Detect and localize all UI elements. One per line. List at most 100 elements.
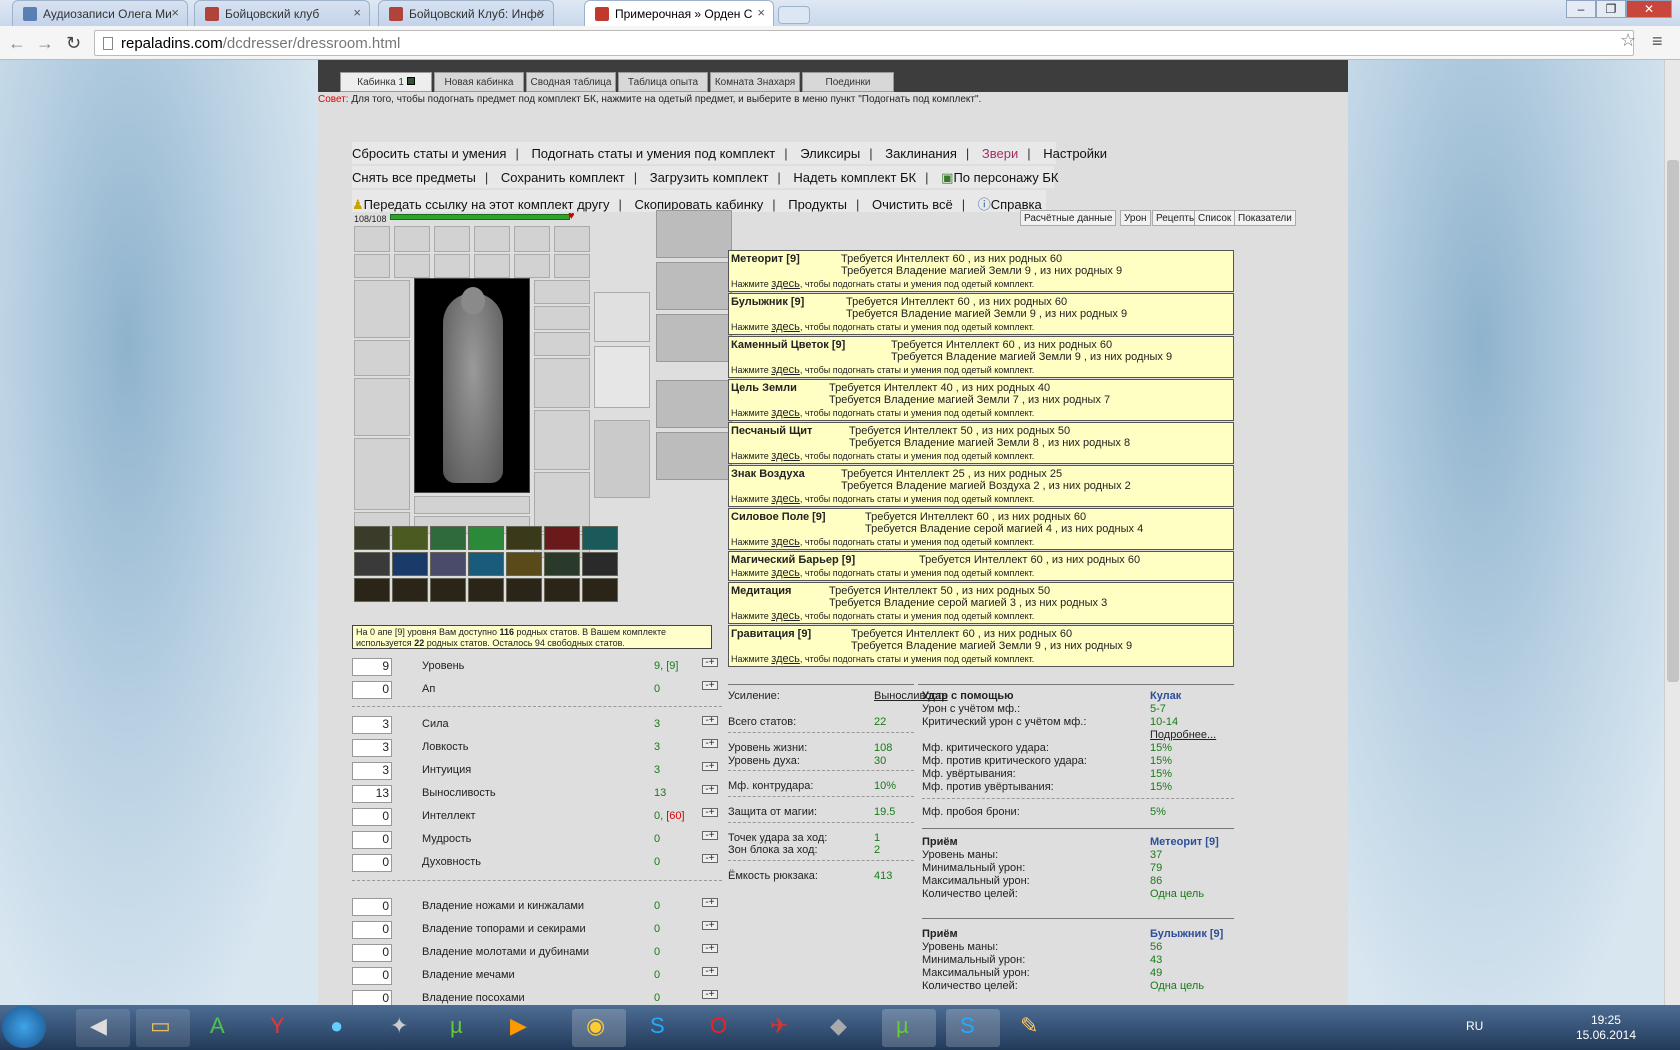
settings-link[interactable]: Настройки (1043, 146, 1107, 161)
bag-icon[interactable] (468, 578, 504, 602)
stat-input[interactable]: 0 (352, 944, 392, 962)
beasts-link[interactable]: Звери (982, 146, 1018, 161)
scrollbar-thumb[interactable] (1667, 160, 1679, 682)
buff-icon[interactable] (468, 526, 504, 550)
stat-input[interactable]: 0 (352, 967, 392, 985)
stat-plus-minus[interactable]: -+ (702, 716, 718, 726)
pose-slot-2[interactable] (656, 432, 732, 480)
armor-slot[interactable] (354, 438, 410, 510)
fit-here-link[interactable]: здесь (771, 321, 800, 333)
stat-plus-minus[interactable]: -+ (702, 739, 718, 749)
shirt-slot[interactable] (594, 346, 650, 408)
buff-icon[interactable] (430, 526, 466, 550)
fit-here-link[interactable]: здесь (771, 610, 800, 622)
potion-slot[interactable] (656, 210, 732, 258)
clear-all-link[interactable]: Очистить всё (872, 197, 953, 212)
browser-tab-4[interactable]: Примерочная » Орден С × (584, 0, 774, 26)
products-link[interactable]: Продукты (788, 197, 847, 212)
language-indicator[interactable]: RU (1466, 1019, 1483, 1033)
bag-icon[interactable] (392, 578, 428, 602)
bag-icon[interactable] (430, 578, 466, 602)
utorrent-icon-2[interactable]: µ (882, 1009, 936, 1047)
yandex-icon[interactable]: Y (256, 1009, 310, 1047)
necklace-slot[interactable] (534, 306, 590, 330)
browser-tab-3[interactable]: Бойцовский Клуб: Инфо × (378, 0, 554, 26)
details-link[interactable]: Подробнее... (1150, 729, 1216, 741)
scroll-slot[interactable] (514, 254, 550, 278)
url-field[interactable]: repaladins.com/dcdresser/dressroom.html (94, 30, 1634, 56)
stat-input[interactable]: 0 (352, 681, 392, 699)
stat-input[interactable]: 3 (352, 739, 392, 757)
buff-icon[interactable] (544, 552, 580, 576)
rune-slots[interactable] (414, 496, 530, 514)
skype-icon-2[interactable]: S (946, 1009, 1000, 1047)
stat-plus-minus[interactable]: -+ (702, 808, 718, 818)
legs-slot[interactable] (534, 472, 590, 532)
reset-stats-link[interactable]: Сбросить статы и умения (352, 146, 506, 161)
opera-icon[interactable]: O (696, 1009, 750, 1047)
scroll-slot[interactable] (474, 226, 510, 252)
tab-list[interactable]: Список (1194, 210, 1236, 226)
gloves-slot[interactable] (534, 358, 590, 408)
earring-slot[interactable] (534, 280, 590, 304)
scroll-slot[interactable] (554, 226, 590, 252)
back-icon[interactable]: ← (8, 33, 26, 54)
fit-here-link[interactable]: здесь (771, 653, 800, 665)
fit-here-link[interactable]: здесь (771, 278, 800, 290)
stat-input[interactable]: 3 (352, 762, 392, 780)
wreath-slot[interactable] (594, 292, 650, 342)
shield-slot[interactable] (534, 410, 590, 470)
scroll-slot[interactable] (354, 254, 390, 278)
stat-plus-minus[interactable]: -+ (702, 785, 718, 795)
scroll-slot[interactable] (394, 254, 430, 278)
hand-item-slot[interactable] (656, 262, 732, 310)
windows-start-icon[interactable] (2, 1006, 46, 1048)
buff-icon[interactable] (468, 552, 504, 576)
stat-input[interactable]: 9 (352, 658, 392, 676)
scroll-slot[interactable] (554, 254, 590, 278)
tab-healer-room[interactable]: Комната Знахаря (710, 72, 800, 92)
helmet-slot[interactable] (354, 280, 410, 338)
fit-here-link[interactable]: здесь (771, 536, 800, 548)
scroll-slot[interactable] (434, 226, 470, 252)
stat-input[interactable]: 13 (352, 785, 392, 803)
scroll-slot[interactable] (354, 226, 390, 252)
clock[interactable]: 19:25 15.06.2014 (1576, 1013, 1636, 1043)
stat-plus-minus[interactable]: -+ (702, 658, 718, 668)
fit-stats-link[interactable]: Подогнать статы и умения под комплект (531, 146, 775, 161)
browser-tab-1[interactable]: Аудиозаписи Олега Ми × (12, 0, 188, 26)
chrome-icon[interactable]: ◉ (572, 1009, 626, 1047)
bag-icon[interactable] (582, 578, 618, 602)
scroll-slot[interactable] (394, 226, 430, 252)
stat-plus-minus[interactable]: -+ (702, 831, 718, 841)
buff-icon[interactable] (354, 552, 390, 576)
buff-icon[interactable] (582, 526, 618, 550)
fit-here-link[interactable]: здесь (771, 450, 800, 462)
buff-icon[interactable] (582, 552, 618, 576)
buff-icon[interactable] (392, 526, 428, 550)
fit-here-link[interactable]: здесь (771, 567, 800, 579)
elixirs-link[interactable]: Эликсиры (800, 146, 860, 161)
browser-tab-2[interactable]: Бойцовский клуб × (194, 0, 370, 26)
stat-plus-minus[interactable]: -+ (702, 921, 718, 931)
stat-input[interactable]: 0 (352, 831, 392, 849)
plane-game-icon[interactable]: ✈ (756, 1009, 810, 1047)
tab-calc-data[interactable]: Расчётные данные (1020, 210, 1117, 226)
scroll-slot[interactable] (514, 226, 550, 252)
by-character-link[interactable]: По персонажу БК (953, 170, 1058, 185)
save-set-link[interactable]: Сохранить комплект (501, 170, 625, 185)
fit-here-link[interactable]: здесь (771, 407, 800, 419)
media-player-icon[interactable]: ▶ (496, 1009, 550, 1047)
tab-summary[interactable]: Сводная таблица (526, 72, 616, 92)
buff-icon[interactable] (506, 526, 542, 550)
utorrent-icon[interactable]: µ (436, 1009, 490, 1047)
load-set-link[interactable]: Загрузить комплект (650, 170, 769, 185)
tab-cabin-1[interactable]: Кабинка 1 (340, 72, 432, 92)
minimize-button[interactable]: – (1566, 0, 1596, 18)
ring-slots[interactable] (534, 332, 590, 356)
tab-new-cabin[interactable]: Новая кабинка (434, 72, 524, 92)
close-icon[interactable]: × (171, 5, 179, 20)
pose-slot-1[interactable] (656, 380, 732, 428)
tab-exp-table[interactable]: Таблица опыта (618, 72, 708, 92)
bag-icon[interactable] (544, 578, 580, 602)
